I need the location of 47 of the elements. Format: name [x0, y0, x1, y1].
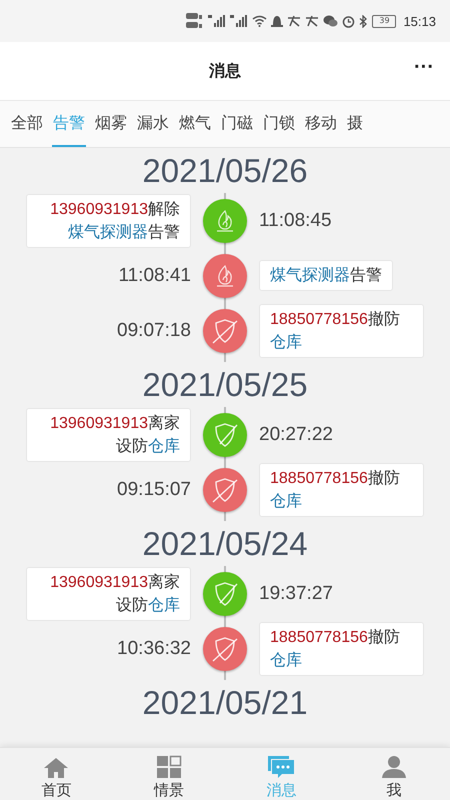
- signal-icon: [208, 15, 226, 27]
- signal-icon: [230, 15, 248, 27]
- alarm-icon: [342, 14, 356, 28]
- filter-tab[interactable]: 摄: [346, 101, 364, 147]
- filter-tab[interactable]: 门磁: [220, 101, 254, 147]
- notification-icon: [287, 15, 302, 27]
- home-icon: [43, 757, 70, 779]
- event-time: 11:08:41: [118, 264, 191, 286]
- event-time: 11:08:45: [259, 210, 332, 232]
- event-time: 09:07:18: [117, 320, 191, 342]
- battery-icon: 39: [372, 14, 396, 28]
- chat-icon: [323, 15, 338, 27]
- grid-icon: [156, 755, 182, 779]
- message-card: 18850778156撤防 仓库: [259, 462, 424, 516]
- event-time: 19:37:27: [259, 582, 333, 604]
- date-heading: 2021/05/25: [142, 366, 308, 404]
- nav-tab[interactable]: 情景: [112, 748, 225, 800]
- filter-tab[interactable]: 漏水: [136, 101, 170, 147]
- message-card: 18850778156撤防 仓库: [259, 622, 424, 676]
- chat-icon: [267, 755, 296, 779]
- bell-icon: [271, 14, 284, 28]
- clock-time: 15:13: [403, 14, 436, 28]
- event-time: 10:36:32: [117, 638, 191, 660]
- filter-tab[interactable]: 燃气: [178, 101, 212, 147]
- person-icon: [380, 755, 407, 779]
- filter-tab[interactable]: 烟雾: [94, 101, 128, 147]
- filter-tab[interactable]: 全部: [10, 101, 44, 147]
- date-heading: 2021/05/21: [142, 684, 308, 722]
- filter-tab[interactable]: 门锁: [262, 101, 296, 147]
- message-card: 18850778156撤防 仓库: [259, 304, 424, 358]
- nav-tab[interactable]: 首页: [0, 748, 112, 800]
- message-card: 13960931913解除 煤气探测器告警: [26, 194, 191, 248]
- wifi-icon: [252, 15, 268, 27]
- nav-tab[interactable]: 我: [338, 748, 450, 800]
- more-menu-button[interactable]: ···: [410, 56, 438, 79]
- message-card: 13960931913离家设防仓库: [26, 408, 191, 462]
- filter-tab[interactable]: 移动: [304, 101, 338, 147]
- bluetooth-icon: [359, 14, 368, 28]
- message-card: 13960931913离家设防仓库: [26, 566, 191, 620]
- event-time: 20:27:22: [259, 424, 333, 446]
- date-heading: 2021/05/24: [142, 525, 308, 563]
- page-title: 消息: [209, 60, 241, 82]
- hd-icon: [186, 12, 204, 30]
- event-time: 09:15:07: [117, 478, 191, 500]
- notification-icon: [305, 15, 320, 27]
- date-heading: 2021/05/26: [142, 152, 308, 190]
- message-card: 煤气探测器告警: [259, 260, 393, 291]
